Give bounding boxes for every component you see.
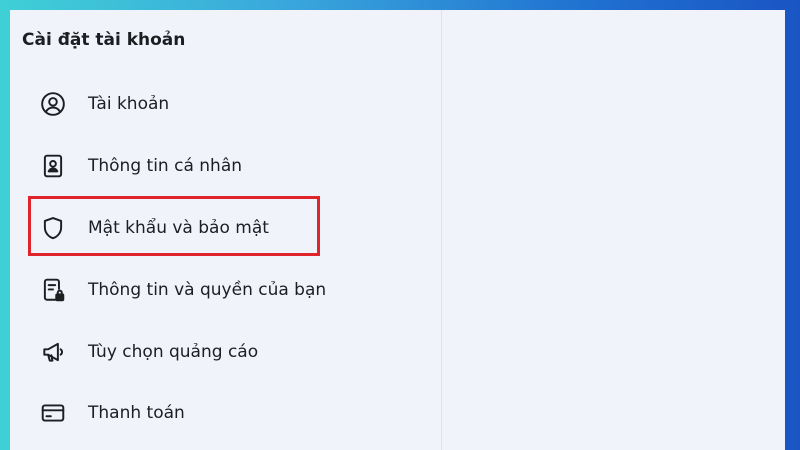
section-title: Cài đặt tài khoản: [22, 30, 186, 50]
menu-item-label: Thông tin cá nhân: [88, 156, 243, 176]
menu-item-personal-info[interactable]: Thông tin cá nhân: [40, 146, 420, 186]
megaphone-icon: [40, 339, 66, 365]
menu-item-label: Mật khẩu và bảo mật: [88, 218, 269, 238]
menu-item-label: Thanh toán: [88, 403, 185, 423]
menu-item-label: Tài khoản: [88, 94, 170, 114]
document-lock-icon: [40, 277, 66, 303]
menu-item-payments[interactable]: Thanh toán: [40, 393, 420, 433]
menu-item-ad-preferences[interactable]: Tùy chọn quảng cáo: [40, 332, 420, 372]
id-card-icon: [40, 153, 66, 179]
panel-divider: [441, 10, 442, 450]
menu-item-info-permissions[interactable]: Thông tin và quyền của bạn: [40, 270, 420, 310]
menu-item-label: Tùy chọn quảng cáo: [88, 342, 259, 362]
shield-icon: [40, 215, 66, 241]
menu-item-account[interactable]: Tài khoản: [40, 84, 420, 124]
menu-item-label: Thông tin và quyền của bạn: [88, 280, 327, 300]
menu-item-password-security[interactable]: Mật khẩu và bảo mật: [40, 208, 420, 248]
account-settings-panel: Cài đặt tài khoản Tài khoản Thông tin cá…: [10, 10, 785, 450]
credit-card-icon: [40, 400, 66, 426]
user-circle-icon: [40, 91, 66, 117]
